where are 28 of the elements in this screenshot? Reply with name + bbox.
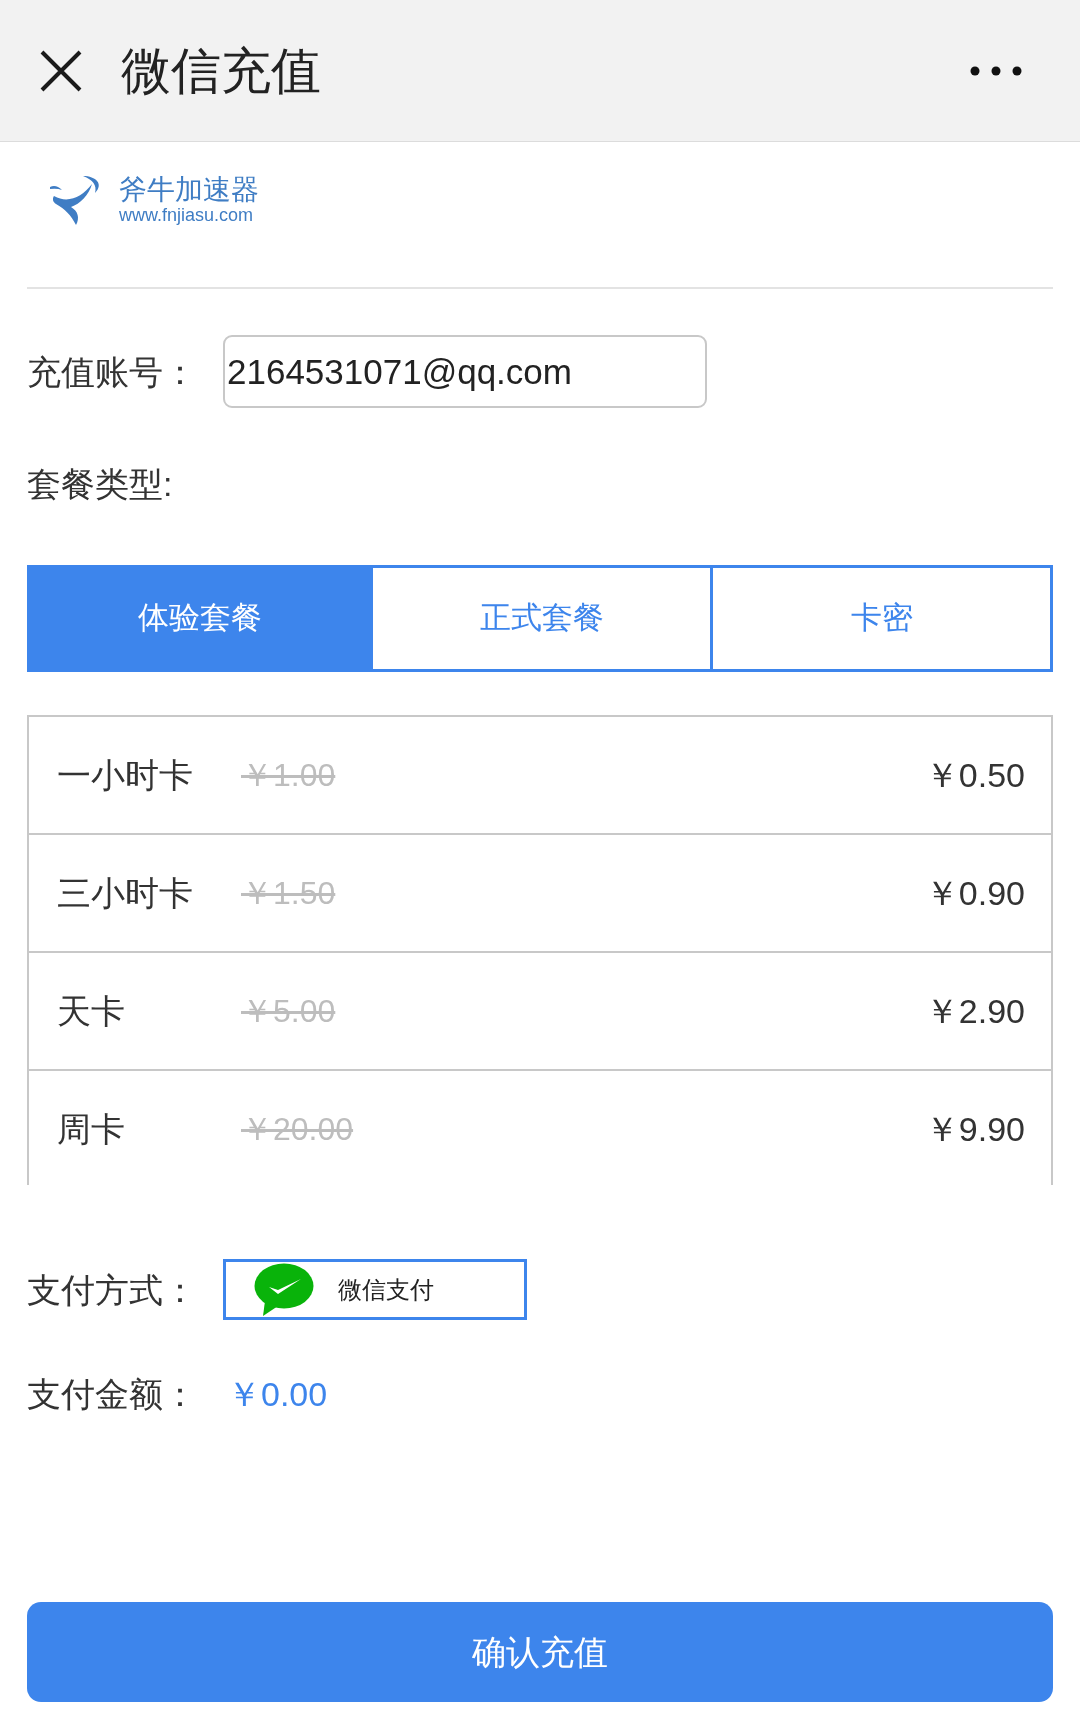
package-tab[interactable]: 体验套餐 <box>30 568 370 669</box>
original-price: ￥1.50 <box>241 874 336 913</box>
package-price: ￥9.90 <box>924 1109 1025 1149</box>
amount-value: ￥0.00 <box>227 1374 328 1414</box>
package-name: 三小时卡 <box>57 873 194 913</box>
account-label: 充值账号： <box>27 351 198 392</box>
package-price: ￥0.90 <box>924 873 1025 913</box>
package-price: ￥2.90 <box>924 991 1025 1031</box>
amount-label: 支付金额： <box>27 1374 198 1414</box>
close-icon <box>40 49 82 92</box>
account-input[interactable]: 2164531071@qq.com <box>223 335 707 408</box>
logo-url: www.fnjiasu.com <box>119 205 255 225</box>
more-icon <box>970 65 1022 76</box>
close-button[interactable] <box>39 48 83 93</box>
payment-method-option[interactable]: 微信支付 <box>223 1259 527 1320</box>
package-name: 周卡 <box>57 1109 126 1149</box>
window-title: 微信充值 <box>121 41 321 101</box>
logo-name: 斧牛加速器 <box>119 175 259 205</box>
original-price: ￥1.00 <box>241 756 336 795</box>
original-price: ￥5.00 <box>241 992 336 1031</box>
package-price: ￥0.50 <box>924 755 1025 795</box>
chat-bubble-check-icon <box>254 1263 314 1316</box>
package-name: 一小时卡 <box>57 755 194 795</box>
confirm-button[interactable]: 确认充值 <box>27 1602 1053 1702</box>
package-name: 天卡 <box>57 991 126 1031</box>
package-type-label: 套餐类型: <box>27 464 173 504</box>
original-price: ￥20.00 <box>241 1110 354 1149</box>
payment-label: 支付方式： <box>27 1269 198 1310</box>
